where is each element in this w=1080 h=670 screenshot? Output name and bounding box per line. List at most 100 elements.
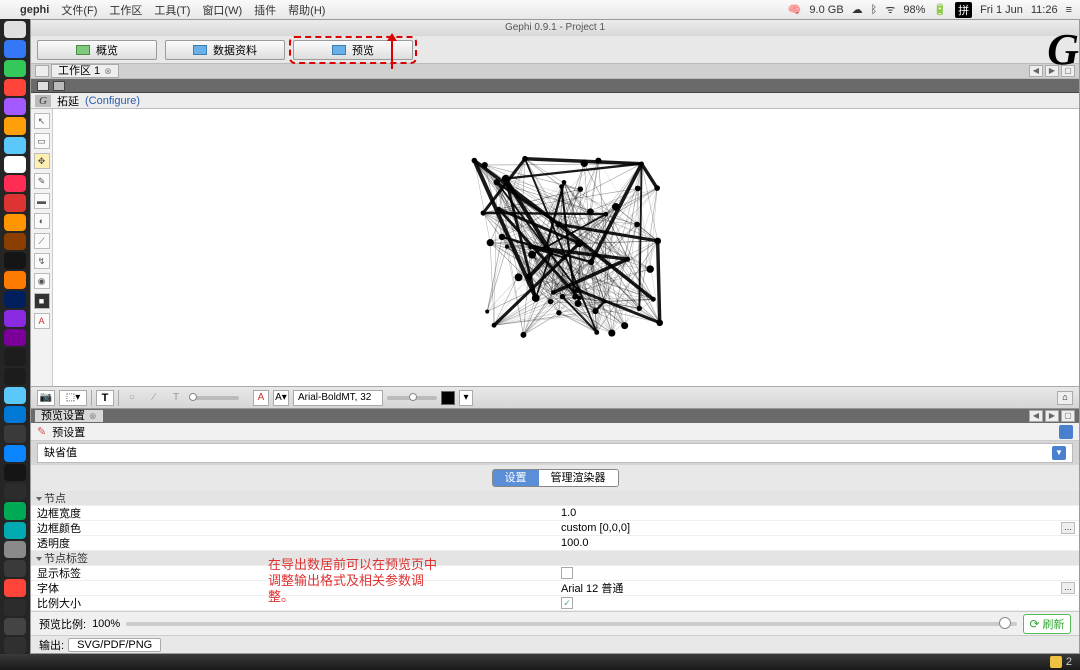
tool-pointer[interactable]: ↖ (34, 113, 50, 129)
font-color-button[interactable]: A (253, 390, 269, 406)
perspective-preview[interactable]: 预览 (293, 40, 413, 60)
tool-sizer[interactable]: ◐ (34, 213, 50, 229)
dock-app-22[interactable] (4, 445, 26, 462)
segment-settings[interactable]: 设置 (493, 470, 539, 486)
dock-app-1[interactable] (4, 40, 26, 57)
menu-tools[interactable]: 工具(T) (154, 2, 190, 18)
menu-plugins[interactable]: 插件 (254, 2, 276, 18)
menu-workspace[interactable]: 工作区 (109, 2, 142, 18)
preset-select[interactable]: 缺省值 ▼ (37, 443, 1073, 463)
tool-label[interactable]: A (34, 313, 50, 329)
font-field[interactable]: Arial-BoldMT, 32 (293, 390, 383, 406)
close-icon[interactable]: ⊗ (89, 410, 97, 422)
graph-header-label: 拓延 (57, 93, 79, 109)
refresh-button[interactable]: 刷新 (1023, 614, 1071, 634)
prop-border-width-value[interactable]: 1.0 (555, 507, 1079, 519)
graph-tab2-icon[interactable] (53, 81, 65, 91)
status-ime[interactable]: 拼 (955, 2, 972, 18)
edge-weight-slider[interactable] (387, 396, 437, 400)
status-menu-icon[interactable]: ≡ (1066, 4, 1072, 16)
dock-app-16[interactable] (4, 329, 26, 346)
panel-prev-button[interactable]: ◀ (1029, 410, 1043, 422)
tool-shortest-path[interactable]: ↯ (34, 253, 50, 269)
graph-tab-icon[interactable] (37, 81, 49, 91)
dock-app-7[interactable] (4, 156, 26, 173)
dock-app-31[interactable] (4, 618, 26, 635)
color-dropdown[interactable]: ▾ (459, 390, 473, 406)
dock-app-24[interactable] (4, 483, 26, 500)
dock-app-8[interactable] (4, 175, 26, 192)
dock-app-32[interactable] (4, 637, 26, 654)
show-labels-button[interactable]: T (96, 390, 114, 406)
prop-border-color-value[interactable]: custom [0,0,0]… (555, 522, 1079, 534)
prop-showlabel-checkbox[interactable] (561, 567, 573, 579)
panel-max-button[interactable]: ▢ (1061, 410, 1075, 422)
menu-help[interactable]: 帮助(H) (288, 2, 325, 18)
dock-app-28[interactable] (4, 560, 26, 577)
segment-renderers[interactable]: 管理渲染器 (539, 470, 618, 486)
dock-app-25[interactable] (4, 502, 26, 519)
dock-app-29[interactable] (4, 579, 26, 596)
save-preset-button[interactable] (1059, 425, 1073, 439)
ws-prev-button[interactable]: ◀ (1029, 65, 1043, 77)
chevron-down-icon[interactable]: ▼ (1052, 446, 1066, 460)
dock-app-3[interactable] (4, 79, 26, 96)
gephi-small-icon: G (35, 95, 51, 107)
label-size-slider[interactable] (189, 396, 239, 400)
tool-rect-select[interactable]: ▭ (34, 133, 50, 149)
tool-brush[interactable]: ✎ (34, 173, 50, 189)
dock-app-5[interactable] (4, 117, 26, 134)
dock-app-23[interactable] (4, 464, 26, 481)
dock-app-4[interactable] (4, 98, 26, 115)
tool-drag[interactable]: ✥ (34, 153, 50, 169)
perspective-overview[interactable]: 概览 (37, 40, 157, 60)
export-button[interactable]: SVG/PDF/PNG (68, 638, 161, 652)
dock-app-10[interactable] (4, 214, 26, 231)
dock-app-6[interactable] (4, 137, 26, 154)
preview-settings-tab[interactable]: 预览设置⊗ (35, 410, 103, 422)
dock-app-14[interactable] (4, 291, 26, 308)
screenshot-button[interactable]: 📷 (37, 390, 55, 406)
tool-edit-color[interactable]: ■ (34, 293, 50, 309)
dock-app-20[interactable] (4, 406, 26, 423)
prop-proportional-checkbox[interactable] (561, 597, 573, 609)
dock-app-26[interactable] (4, 522, 26, 539)
tool-paint[interactable]: ▬ (34, 193, 50, 209)
prop-font-value[interactable]: Arial 12 普通… (555, 580, 1079, 596)
close-icon[interactable]: ⊗ (104, 65, 112, 77)
dock-app-15[interactable] (4, 310, 26, 327)
workspace-dropdown-icon[interactable] (35, 65, 49, 77)
dock-app-9[interactable] (4, 194, 26, 211)
color-swatch[interactable] (441, 391, 455, 405)
export-label: 输出: (39, 637, 64, 653)
ellipsis-button[interactable]: … (1061, 582, 1075, 594)
dock-app-27[interactable] (4, 541, 26, 558)
prop-opacity-value[interactable]: 100.0 (555, 537, 1079, 549)
dock-app-12[interactable] (4, 252, 26, 269)
font-color-button-2[interactable]: A▾ (273, 390, 289, 406)
dock-app-13[interactable] (4, 271, 26, 288)
ellipsis-button[interactable]: … (1061, 522, 1075, 534)
dock-app-21[interactable] (4, 425, 26, 442)
tool-edge[interactable]: ⟋ (34, 233, 50, 249)
graph-canvas[interactable] (53, 109, 1079, 386)
perspective-datalab[interactable]: 数据资料 (165, 40, 285, 60)
dock-app-0[interactable] (4, 21, 26, 38)
dock-app-11[interactable] (4, 233, 26, 250)
menu-window[interactable]: 窗口(W) (202, 2, 242, 18)
dock-app-19[interactable] (4, 387, 26, 404)
configure-link[interactable]: (Configure) (85, 95, 140, 107)
dock-app-18[interactable] (4, 368, 26, 385)
app-menu[interactable]: gephi (20, 4, 49, 16)
workspace-tab[interactable]: 工作区 1⊗ (51, 64, 119, 78)
menu-file[interactable]: 文件(F) (61, 2, 97, 18)
preview-ratio-slider[interactable] (126, 622, 1017, 626)
dock-app-30[interactable] (4, 599, 26, 616)
tool-heatmap[interactable]: ◉ (34, 273, 50, 289)
dock-app-17[interactable] (4, 348, 26, 365)
panel-next-button[interactable]: ▶ (1045, 410, 1059, 422)
layout-button[interactable]: ⬚▾ (59, 390, 87, 406)
notification-icon[interactable] (1050, 656, 1062, 668)
dock-app-2[interactable] (4, 60, 26, 77)
reset-camera-button[interactable]: ⌂ (1057, 391, 1073, 405)
